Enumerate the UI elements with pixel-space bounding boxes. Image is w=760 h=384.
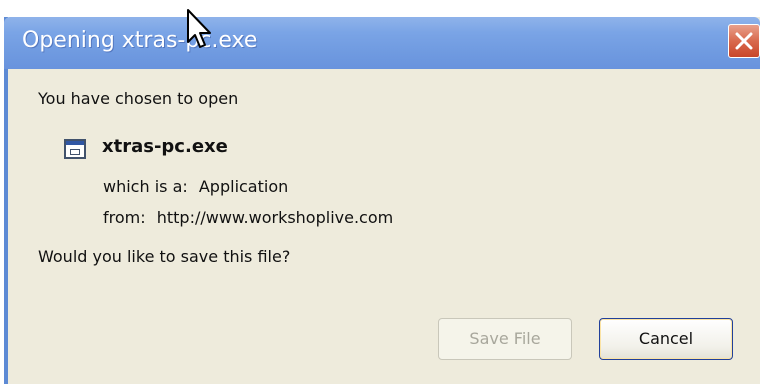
application-file-icon [64, 139, 86, 159]
title-bar[interactable]: Opening xtras-pc.exe [4, 17, 760, 69]
mouse-cursor-icon [187, 9, 211, 48]
file-source-label: from: [103, 208, 146, 227]
window-title: Opening xtras-pc.exe [22, 28, 258, 53]
file-name: xtras-pc.exe [102, 136, 228, 157]
file-source-row: from: http://www.workshoplive.com [103, 208, 393, 227]
file-type-value: Application [198, 177, 289, 196]
download-dialog-window: Opening xtras-pc.exe You have chosen to … [0, 0, 760, 384]
save-file-button[interactable]: Save File [438, 318, 572, 360]
save-question: Would you like to save this file? [38, 247, 291, 266]
close-button[interactable] [728, 24, 760, 58]
dialog-content: You have chosen to open xtras-pc.exe whi… [8, 69, 760, 384]
file-type-row: which is a: Application [103, 177, 288, 196]
cancel-button[interactable]: Cancel [599, 318, 733, 360]
file-type-label: which is a: [103, 177, 188, 196]
file-source-value: http://www.workshoplive.com [156, 208, 394, 227]
close-icon [735, 32, 753, 50]
intro-text: You have chosen to open [38, 89, 239, 108]
